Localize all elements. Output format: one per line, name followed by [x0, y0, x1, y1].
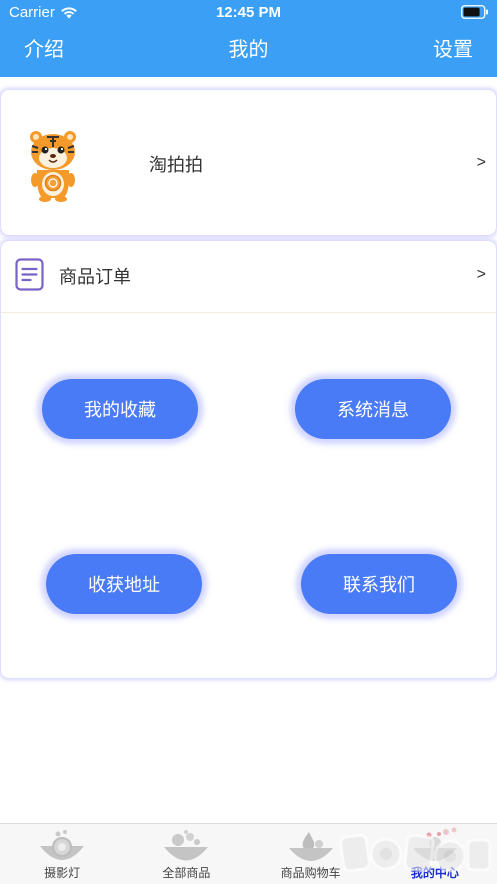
- profile-icon: [412, 832, 457, 861]
- profile-name: 淘拍拍: [149, 155, 203, 175]
- system-messages-button[interactable]: 系统消息: [295, 379, 451, 439]
- tab-lamp[interactable]: 摄影灯: [0, 824, 124, 884]
- orders-label: 商品订单: [59, 267, 131, 287]
- lamp-icon: [40, 830, 85, 860]
- tab-my-center-label: 我的中心: [410, 866, 459, 880]
- tab-cart-label: 商品购物车: [280, 866, 341, 880]
- tab-bar: 摄影灯 全部商品 商品购物车 我的中心: [0, 823, 497, 884]
- favorites-button[interactable]: 我的收藏: [42, 379, 198, 439]
- tab-all-products-label: 全部商品: [162, 866, 211, 880]
- tab-my-center[interactable]: 我的中心: [373, 824, 497, 884]
- header-bar: Carrier 12:45 PM 介绍 我的 设置: [0, 0, 497, 77]
- status-time: 12:45 PM: [215, 4, 282, 21]
- tab-all-products[interactable]: 全部商品: [124, 824, 248, 884]
- profile-chevron-icon: >: [476, 154, 486, 171]
- tiger-avatar-icon: [30, 131, 76, 202]
- divider: [1, 312, 496, 313]
- contact-us-button[interactable]: 联系我们: [301, 554, 457, 614]
- orders-row[interactable]: 商品订单 >: [1, 241, 496, 312]
- battery-icon: [461, 5, 488, 19]
- document-icon: [15, 258, 44, 291]
- cart-icon: [288, 832, 333, 861]
- orders-chevron-icon: >: [476, 266, 486, 283]
- orders-card: 商品订单 > 我的收藏 系统消息 收获地址 联系我们: [1, 241, 496, 678]
- page-title: 我的: [228, 39, 269, 61]
- address-button[interactable]: 收获地址: [46, 554, 202, 614]
- tab-cart[interactable]: 商品购物车: [249, 824, 373, 884]
- products-icon: [164, 830, 209, 861]
- profile-card[interactable]: 淘拍拍 >: [1, 90, 496, 235]
- settings-button[interactable]: 设置: [433, 37, 473, 63]
- tab-lamp-label: 摄影灯: [44, 866, 81, 880]
